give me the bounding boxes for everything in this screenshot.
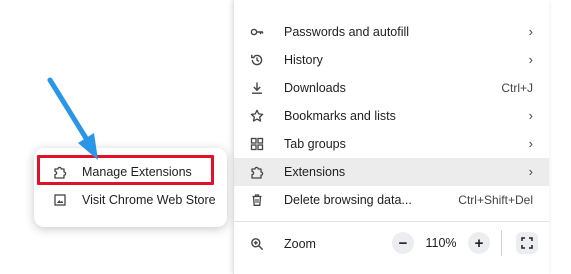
menu-item-label: Passwords and autofill	[284, 25, 410, 39]
menu-item-label: Downloads	[284, 81, 346, 95]
chevron-right-icon: ›	[528, 164, 533, 179]
submenu-item-visit-web-store[interactable]: Visit Chrome Web Store	[34, 187, 227, 213]
web-store-icon	[53, 193, 67, 207]
menu-item-extensions[interactable]: Extensions ›	[234, 158, 549, 186]
menu-item-bookmarks[interactable]: Bookmarks and lists ›	[234, 102, 549, 130]
zoom-divider	[501, 230, 502, 256]
trash-icon	[250, 193, 264, 207]
menu-item-label: Tab groups	[284, 137, 346, 151]
menu-divider	[234, 221, 549, 222]
zoom-icon	[250, 237, 264, 251]
key-icon	[250, 25, 264, 39]
zoom-in-button[interactable]: +	[468, 232, 490, 254]
fullscreen-icon	[521, 237, 533, 249]
menu-item-passwords[interactable]: Passwords and autofill ›	[234, 18, 549, 46]
zoom-level-value: 110%	[425, 236, 457, 250]
chevron-right-icon: ›	[528, 24, 533, 39]
chevron-right-icon: ›	[528, 136, 533, 151]
menu-item-delete-browsing-data[interactable]: Delete browsing data... Ctrl+Shift+Del	[234, 186, 549, 214]
submenu-item-label: Visit Chrome Web Store	[82, 193, 216, 207]
menu-item-downloads[interactable]: Downloads Ctrl+J	[234, 74, 549, 102]
download-icon	[250, 81, 264, 95]
tab-groups-icon	[250, 137, 264, 151]
star-icon	[250, 109, 264, 123]
zoom-label: Zoom	[284, 237, 316, 251]
chevron-right-icon: ›	[528, 108, 533, 123]
menu-item-label: Extensions	[284, 165, 346, 179]
menu-item-label: Bookmarks and lists	[284, 109, 396, 123]
chevron-right-icon: ›	[528, 52, 533, 67]
keyboard-shortcut: Ctrl+Shift+Del	[458, 193, 533, 207]
puzzle-icon	[250, 165, 264, 179]
menu-item-label: History	[284, 53, 323, 67]
menu-item-history[interactable]: History ›	[234, 46, 549, 74]
menu-item-label: Delete browsing data...	[284, 193, 412, 207]
fullscreen-button[interactable]	[516, 232, 538, 254]
history-icon	[250, 53, 264, 67]
highlight-box	[37, 155, 214, 185]
zoom-out-button[interactable]: −	[392, 232, 414, 254]
menu-item-tab-groups[interactable]: Tab groups ›	[234, 130, 549, 158]
chrome-main-menu: Passwords and autofill › History › Downl…	[233, 0, 549, 274]
keyboard-shortcut: Ctrl+J	[501, 81, 533, 95]
